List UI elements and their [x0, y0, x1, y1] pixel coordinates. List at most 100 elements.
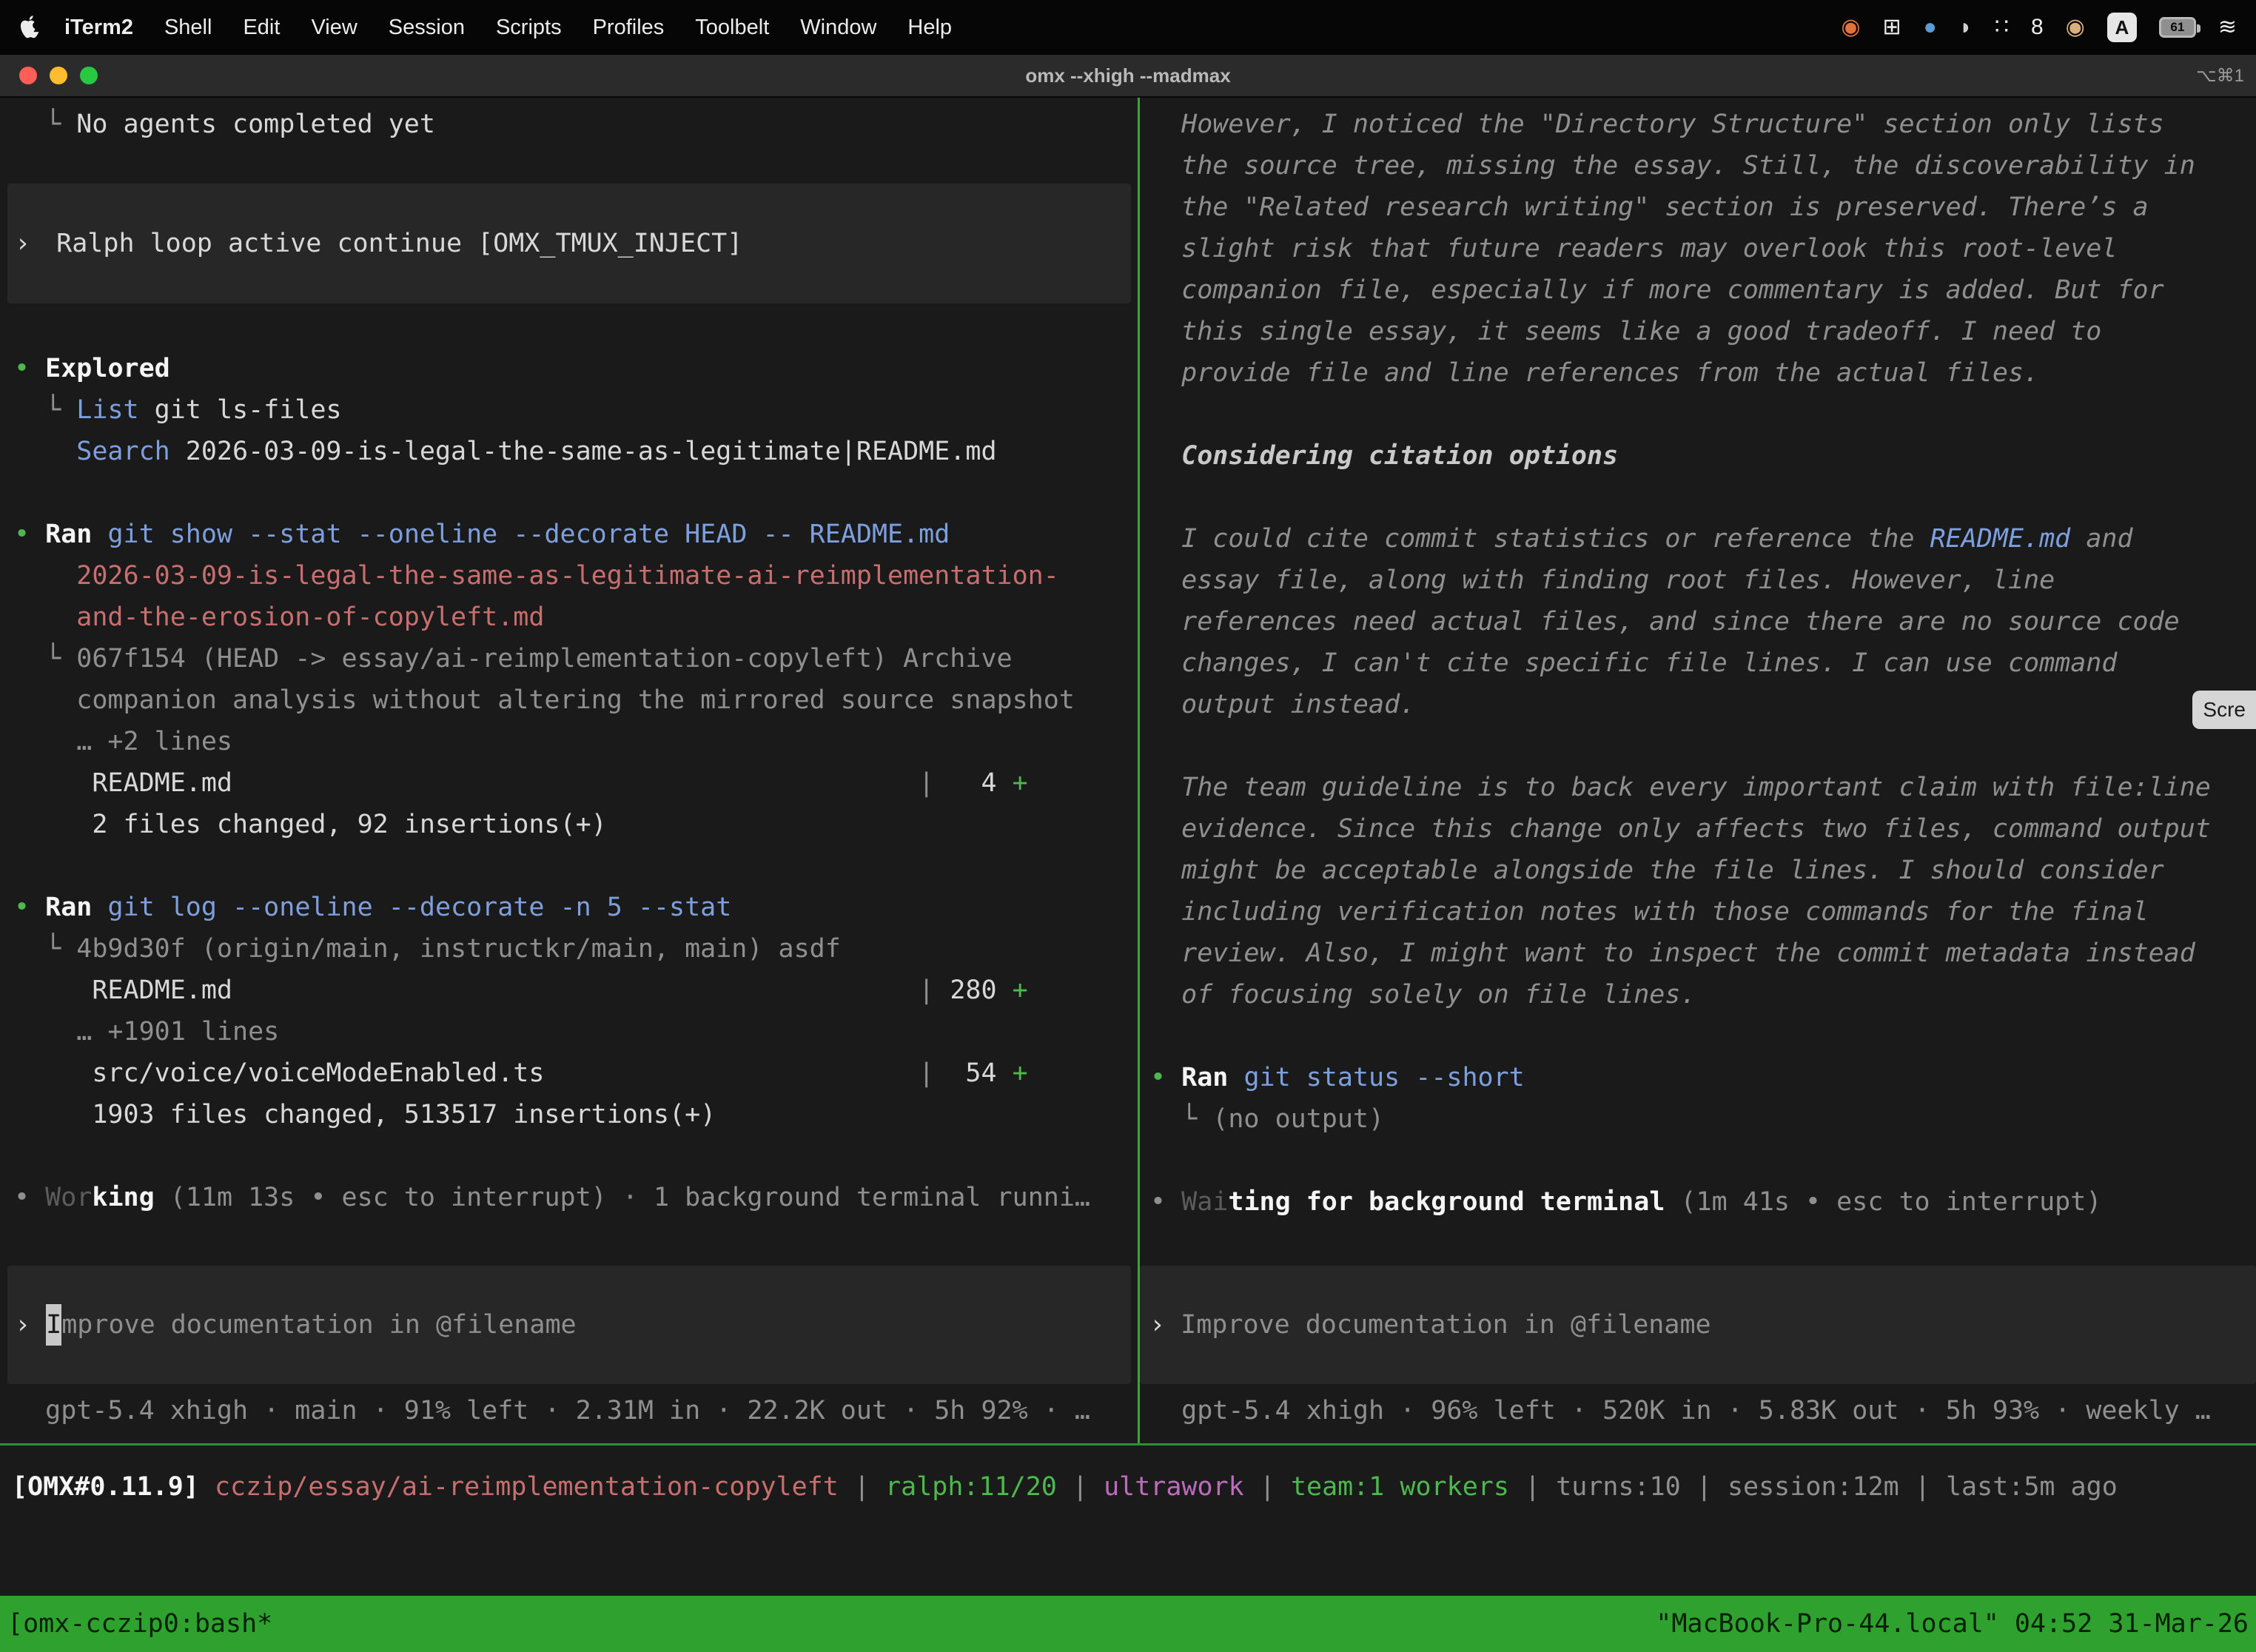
- command-input[interactable]: › Improve documentation in @filename: [1140, 1266, 2256, 1384]
- screen-recording-indicator[interactable]: ◉: [1841, 16, 1860, 38]
- text-segment: |: [1244, 1472, 1291, 1502]
- terminal-line: changes, I can't cite specific file line…: [1150, 642, 2256, 684]
- minimize-button[interactable]: [50, 67, 67, 84]
- terminal-line: [1150, 477, 2256, 518]
- text-segment: [232, 976, 919, 1005]
- menu-bar: iTerm2ShellEditViewSessionScriptsProfile…: [0, 0, 2256, 55]
- text-segment: and: [2070, 524, 2132, 554]
- dots-grid-icon[interactable]: ∷: [1995, 16, 2009, 38]
- text-segment: companion analysis without altering the …: [76, 685, 1075, 715]
- text-segment: companion file, especially if more comme…: [1181, 275, 2164, 305]
- text-segment: the source tree, missing the essay. Stil…: [1181, 151, 2195, 181]
- terminal-line: Considering citation options: [1150, 435, 2256, 477]
- screen: iTerm2ShellEditViewSessionScriptsProfile…: [0, 0, 2256, 1652]
- menu-shell[interactable]: Shell: [149, 16, 228, 40]
- omx-status-bar: [OMX#0.11.9] cczip/essay/ai-reimplementa…: [0, 1446, 2256, 1596]
- menu-scripts[interactable]: Scripts: [480, 16, 577, 40]
- apple-logo[interactable]: [19, 14, 41, 41]
- pane-left[interactable]: └ No agents completed yet› Ralph loop ac…: [0, 98, 1138, 1443]
- terminal-line: essay file, along with finding root file…: [1150, 560, 2256, 601]
- text-segment: +: [1013, 768, 1028, 798]
- window-title-bar[interactable]: omx --xhigh --madmax ⌥⌘1: [0, 55, 2256, 98]
- menu-profiles[interactable]: Profiles: [577, 16, 680, 40]
- terminal-line: 2026-03-09-is-legal-the-same-as-legitima…: [14, 555, 1138, 597]
- terminal-line: [14, 472, 1138, 514]
- close-button[interactable]: [19, 67, 37, 84]
- terminal-line: [1150, 1140, 2256, 1181]
- window-grid-icon[interactable]: ⊞: [1883, 16, 1901, 38]
- text-segment: README.md: [1930, 524, 2071, 554]
- terminal-line: └ (no output): [1150, 1098, 2256, 1140]
- inject-banner: › Ralph loop active continue [OMX_TMUX_I…: [7, 184, 1131, 303]
- terminal-line: However, I noticed the "Directory Struct…: [1150, 104, 2256, 145]
- text-segment: ultrawork: [1104, 1472, 1244, 1502]
- text-segment: 4: [934, 768, 1012, 798]
- menu-edit[interactable]: Edit: [227, 16, 295, 40]
- text-segment: src/voice/voiceModeEnabled.ts: [92, 1058, 544, 1088]
- key-8-icon[interactable]: 8: [2031, 16, 2044, 38]
- terminal-line: [14, 845, 1138, 887]
- tmux-session-label: [omx-cczip0:bash*: [7, 1609, 272, 1639]
- menu-window[interactable]: Window: [785, 16, 892, 40]
- text-segment: git ls-files: [139, 395, 342, 425]
- text-segment: [199, 1472, 215, 1502]
- tmux-panes: └ No agents completed yet› Ralph loop ac…: [0, 98, 2256, 1443]
- prompt-chevron: ›: [15, 1304, 46, 1346]
- menu-session[interactable]: Session: [373, 16, 480, 40]
- input-source-icon[interactable]: A: [2107, 13, 2137, 42]
- battery-icon[interactable]: 61: [2159, 17, 2196, 38]
- text-segment: references need actual files, and since …: [1181, 607, 2180, 637]
- text-segment: of focusing solely on file lines.: [1181, 980, 1696, 1010]
- blue-app-icon[interactable]: ●: [1924, 16, 1937, 38]
- text-segment: provide file and line references from th…: [1181, 358, 2039, 388]
- pane-right[interactable]: However, I noticed the "Directory Struct…: [1140, 98, 2256, 1443]
- text-segment: session:12m: [1728, 1472, 1899, 1502]
- text-segment: 2026-03-09-is-legal-the-same-as-legitima…: [170, 437, 997, 466]
- text-segment: might be acceptable alongside the file l…: [1181, 856, 2164, 885]
- text-segment: 2026-03-09-is-legal-the-same-as-legitima…: [76, 561, 1059, 591]
- menu-iterm2[interactable]: iTerm2: [49, 16, 149, 40]
- menu-toolbelt[interactable]: Toolbelt: [679, 16, 785, 40]
- terminal-line: • Ran git status --short: [1150, 1057, 2256, 1098]
- terminal-line: README.md | 4 +: [14, 762, 1138, 804]
- command-input[interactable]: › Improve documentation in @filename: [7, 1266, 1131, 1384]
- text-segment: Ralph loop active continue [OMX_TMUX_INJ…: [56, 223, 742, 264]
- text-segment: changes, I can't cite specific file line…: [1181, 648, 2117, 678]
- tmux-host-clock: "MacBook-Pro-44.local" 04:52 31-Mar-26: [1656, 1609, 2249, 1639]
- text-segment: Wor: [45, 1183, 92, 1212]
- text-segment: └ 4b9d30f (origin/main, instructkr/main,…: [45, 934, 841, 964]
- text-segment: last:5m ago: [1946, 1472, 2118, 1502]
- zoom-button[interactable]: [80, 67, 98, 84]
- text-segment: slight risk that future readers may over…: [1181, 234, 2117, 263]
- screen-float-button[interactable]: Scre: [2192, 691, 2256, 729]
- wifi-icon[interactable]: ≋: [2218, 16, 2237, 38]
- terminal-line: [14, 1135, 1138, 1177]
- text-segment: [OMX#0.11.9]: [12, 1472, 199, 1502]
- text-segment: |: [1899, 1472, 1946, 1502]
- input-text: mprove documentation in @filename: [61, 1304, 576, 1346]
- terminal-line: this single essay, it seems like a good …: [1150, 311, 2256, 352]
- terminal-line: └ 067f154 (HEAD -> essay/ai-reimplementa…: [14, 638, 1138, 679]
- terminal-line: [1150, 725, 2256, 767]
- text-segment: |: [1509, 1472, 1556, 1502]
- terminal-line: Search 2026-03-09-is-legal-the-same-as-l…: [14, 431, 1138, 472]
- dark-app-icon[interactable]: ◗: [1959, 16, 1973, 38]
- text-segment: |: [919, 976, 934, 1005]
- terminal-line: of focusing solely on file lines.: [1150, 974, 2256, 1015]
- battery-percent: 61: [2170, 20, 2184, 35]
- menu-help[interactable]: Help: [892, 16, 967, 40]
- text-segment: and-the-erosion-of-copyleft.md: [76, 602, 544, 632]
- text-segment: (1m 41s • esc to interrupt): [1665, 1187, 2101, 1217]
- text-segment: [232, 768, 919, 798]
- menu-status-icons: ◉ ⊞ ● ◗ ∷ 8 ◉ A 61 ≋: [1841, 13, 2237, 42]
- avatar-icon[interactable]: ◉: [2066, 16, 2085, 38]
- window-shortcut-badge: ⌥⌘1: [2196, 65, 2244, 87]
- text-segment: including verification notes with those …: [1181, 897, 2148, 927]
- menu-view[interactable]: View: [295, 16, 372, 40]
- terminal-line: README.md | 280 +: [14, 970, 1138, 1011]
- text-cursor: I: [46, 1304, 61, 1346]
- terminal-line: review. Also, I might want to inspect th…: [1150, 933, 2256, 974]
- text-segment: •: [14, 1183, 45, 1212]
- terminal-line: • Working (11m 13s • esc to interrupt) ·…: [14, 1177, 1138, 1218]
- terminal-line: src/voice/voiceModeEnabled.ts | 54 +: [14, 1052, 1138, 1094]
